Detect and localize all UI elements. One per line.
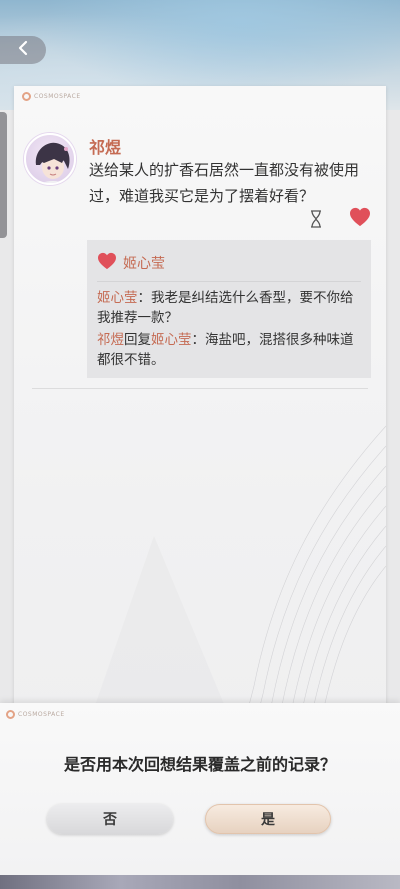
- comment-item: 姬心莹：我老是纠结选什么香型，要不你给我推荐一款？: [97, 290, 354, 326]
- dialog-logo: COSMOSPACE: [6, 710, 65, 719]
- dialog-question: 是否用本次回想结果覆盖之前的记录？: [63, 755, 336, 774]
- post-text: 送给某人的扩香石居然一直都没有被使用过，难道我买它是为了摆着好看？: [89, 161, 360, 205]
- no-button[interactable]: 否: [47, 804, 173, 834]
- post-author-name[interactable]: 祁煜: [89, 134, 121, 158]
- comment-section: 姬心莹 姬心莹：我老是纠结选什么香型，要不你给我推荐一款？ 祁煜回复姬心莹：海盐…: [87, 240, 371, 378]
- chevron-left-icon: [16, 40, 30, 60]
- hourglass-icon[interactable]: [308, 209, 324, 229]
- comment-author[interactable]: 姬心莹: [97, 290, 138, 306]
- back-button[interactable]: [0, 36, 46, 64]
- post-divider: [32, 388, 368, 389]
- comments-divider: [97, 281, 361, 282]
- liker-name[interactable]: 姬心莹: [123, 253, 165, 273]
- bottom-artwork-strip: [0, 875, 400, 889]
- heart-icon: [349, 207, 371, 231]
- heart-icon: [97, 252, 117, 274]
- side-scroll-handle[interactable]: [0, 112, 7, 238]
- reply-target[interactable]: 姬心莹: [151, 332, 192, 348]
- overwrite-confirm-dialog: COSMOSPACE 是否用本次回想结果覆盖之前的记录？ 否 是: [0, 703, 400, 875]
- avatar[interactable]: [24, 133, 76, 185]
- yes-button[interactable]: 是: [205, 804, 331, 834]
- comment-item: 祁煜回复姬心莹：海盐吧，混搭很多种味道都很不错。: [97, 332, 354, 368]
- like-button[interactable]: [348, 207, 372, 231]
- likes-row: 姬心莹: [97, 252, 165, 274]
- comment-author[interactable]: 祁煜: [97, 332, 124, 348]
- app-logo: COSMOSPACE: [22, 92, 81, 101]
